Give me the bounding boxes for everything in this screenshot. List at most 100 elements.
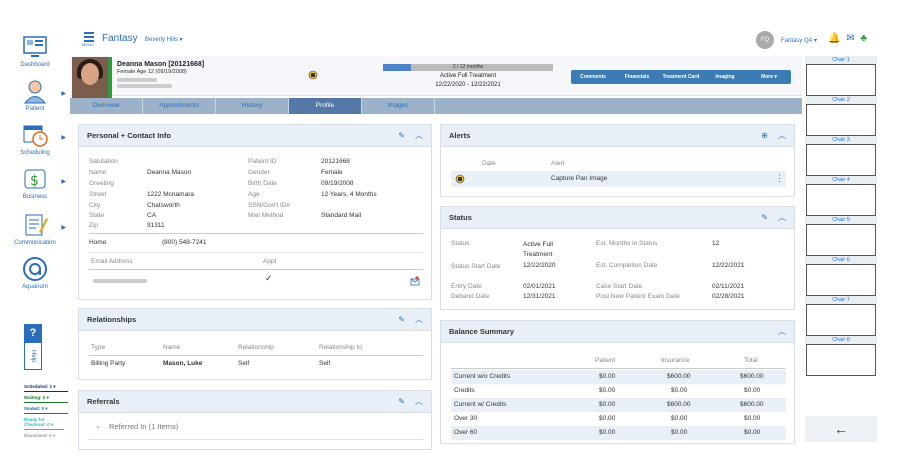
- location-selector[interactable]: Beverly Hills ▾: [145, 36, 183, 43]
- table-cell: Self: [319, 360, 331, 367]
- chevron-right-icon: ▶: [61, 135, 66, 141]
- tab-appointments[interactable]: Appointments: [143, 98, 216, 114]
- imaging-button[interactable]: Imaging: [703, 70, 747, 84]
- sidebar-item-patient[interactable]: Patient ▶: [0, 78, 70, 112]
- divider: [89, 233, 423, 234]
- chevron-down-icon[interactable]: ⌄: [95, 422, 101, 430]
- sidebar-item-scheduling[interactable]: Scheduling ▶: [0, 122, 70, 156]
- queue-seated[interactable]: Seated: 0 ▾: [24, 406, 68, 414]
- collapse-chevron-icon[interactable]: ︿: [778, 131, 786, 140]
- edit-pencil-icon[interactable]: ✎: [761, 213, 768, 222]
- sidebar-item-label: Aquarium: [22, 284, 48, 290]
- tab-overview[interactable]: Overview: [70, 98, 143, 114]
- scheduling-icon: [23, 125, 48, 147]
- card-header: Personal + Contact Info ✎ ︿: [79, 125, 431, 147]
- chair-slot[interactable]: [806, 184, 876, 216]
- chair-slot[interactable]: [806, 344, 876, 376]
- email-compose-icon[interactable]: [410, 276, 420, 286]
- divider: [451, 368, 786, 369]
- sidebar-item-dashboard[interactable]: Dashboard: [0, 34, 70, 68]
- collapse-chevron-icon[interactable]: ︿: [415, 315, 423, 324]
- user-menu[interactable]: Fantasy QA ▾: [781, 37, 817, 44]
- back-arrow-icon[interactable]: ←: [805, 416, 877, 442]
- chair-slot[interactable]: [806, 304, 876, 336]
- patient-amount: $0.00: [599, 387, 616, 394]
- row-label: Current w/o Credits: [454, 373, 510, 380]
- treatment-card-button[interactable]: Treatment Card: [659, 70, 703, 84]
- comments-button[interactable]: Comments: [571, 70, 615, 84]
- field-value: 09/19/2008: [321, 180, 354, 187]
- column-header: Relationship to: [319, 344, 362, 351]
- alert-badge-icon[interactable]: [308, 70, 318, 80]
- table-row[interactable]: Capture Pan Image ⋮: [451, 171, 786, 187]
- collapse-chevron-icon[interactable]: ︿: [778, 327, 786, 336]
- card-header: Alerts ⊕ ︿: [441, 125, 794, 147]
- field-label: Deband Date: [451, 293, 490, 300]
- top-bar: MENU Fantasy Beverly Hills ▾: [70, 28, 802, 54]
- tree-icon[interactable]: ♣: [860, 33, 867, 44]
- financials-button[interactable]: Financials: [615, 70, 659, 84]
- sidebar-item-communication[interactable]: Communication ▶: [0, 212, 70, 246]
- avatar[interactable]: FQ: [756, 31, 774, 49]
- phone-value: (800) 548-7241: [162, 239, 207, 246]
- divider: [89, 355, 423, 356]
- divider: [89, 252, 423, 253]
- help-button[interactable]: ?: [24, 324, 42, 342]
- chair-slot[interactable]: [806, 64, 876, 96]
- table-row: Over 60 $0.00 $0.00 $0.00: [451, 426, 786, 440]
- patient-photo: [72, 57, 108, 99]
- collapse-chevron-icon[interactable]: ︿: [415, 397, 423, 406]
- add-alert-icon[interactable]: ⊕: [761, 131, 768, 140]
- card-title: Balance Summary: [449, 327, 515, 336]
- table-cell[interactable]: Mason, Luke: [163, 360, 202, 367]
- kebab-menu-icon[interactable]: ⋮: [775, 173, 784, 184]
- treatment-status: Active Full Treatment: [439, 73, 497, 79]
- sidebar-item-aquarium[interactable]: Aquarium: [0, 256, 70, 290]
- patient-name: Deanna Mason [20121668]: [117, 61, 205, 68]
- tab-profile[interactable]: Profile: [289, 98, 362, 114]
- patient-info: Female Age 12 (09/19/2008): [117, 69, 187, 75]
- field-value: 20121668: [321, 158, 350, 165]
- queue-scheduled[interactable]: Scheduled: 1 ▾: [24, 384, 68, 392]
- edit-pencil-icon[interactable]: ✎: [398, 131, 405, 140]
- collapse-chevron-icon[interactable]: ︿: [415, 131, 423, 140]
- chair-title: Chair 8: [805, 336, 877, 344]
- field-label: Greeting: [89, 180, 114, 187]
- queue-dismissed[interactable]: Dismissed: 0 ▾: [24, 433, 68, 440]
- chair-slot[interactable]: [806, 224, 876, 256]
- field-value: 12/22/2021: [712, 262, 745, 269]
- collapse-chevron-icon[interactable]: ︿: [778, 213, 786, 222]
- business-icon: $: [24, 169, 46, 189]
- sidebar-item-business[interactable]: $ Business ▶: [0, 166, 70, 200]
- column-header: Name: [163, 344, 181, 351]
- field-value: 02/01/2021: [523, 283, 556, 290]
- redacted-text: [117, 84, 172, 88]
- tab-images[interactable]: Images: [362, 98, 435, 114]
- status-card: Status ✎ ︿ Status Active Full Treatment S…: [440, 206, 795, 310]
- action-bar: Comments Financials Treatment Card Imagi…: [571, 70, 791, 84]
- edit-pencil-icon[interactable]: ✎: [398, 397, 405, 406]
- queue-waiting[interactable]: Waiting: 0 ▾: [24, 395, 68, 403]
- queue-ready-for-checkout[interactable]: Ready for Checkout: 0 ▾: [24, 417, 64, 430]
- column-header: Date: [482, 160, 496, 167]
- card-title: Referrals: [87, 397, 120, 406]
- chair-title: Chair 4: [805, 176, 877, 184]
- field-value: 12/31/2021: [523, 293, 556, 300]
- field-value: Chatsworth: [147, 202, 180, 209]
- appt-header: Appt: [263, 258, 277, 265]
- chair-slot[interactable]: [806, 144, 876, 176]
- chair-slot[interactable]: [806, 264, 876, 296]
- column-header: Type: [91, 344, 106, 351]
- message-icon[interactable]: ✉: [846, 33, 854, 44]
- appt-check-icon: ✓: [265, 273, 273, 283]
- more-button[interactable]: More ▾: [747, 70, 791, 84]
- referred-in-toggle[interactable]: Referred In (1 Items): [109, 422, 178, 431]
- chair-slot[interactable]: [806, 104, 876, 136]
- bell-icon[interactable]: 🔔: [828, 33, 840, 44]
- field-value: Female: [321, 169, 343, 176]
- help-tab[interactable]: Help: [24, 342, 42, 370]
- tab-history[interactable]: History: [216, 98, 289, 114]
- field-label: SSN/Gov't ID#: [248, 202, 291, 209]
- chair-title: Chair 1: [805, 56, 877, 64]
- edit-pencil-icon[interactable]: ✎: [398, 315, 405, 324]
